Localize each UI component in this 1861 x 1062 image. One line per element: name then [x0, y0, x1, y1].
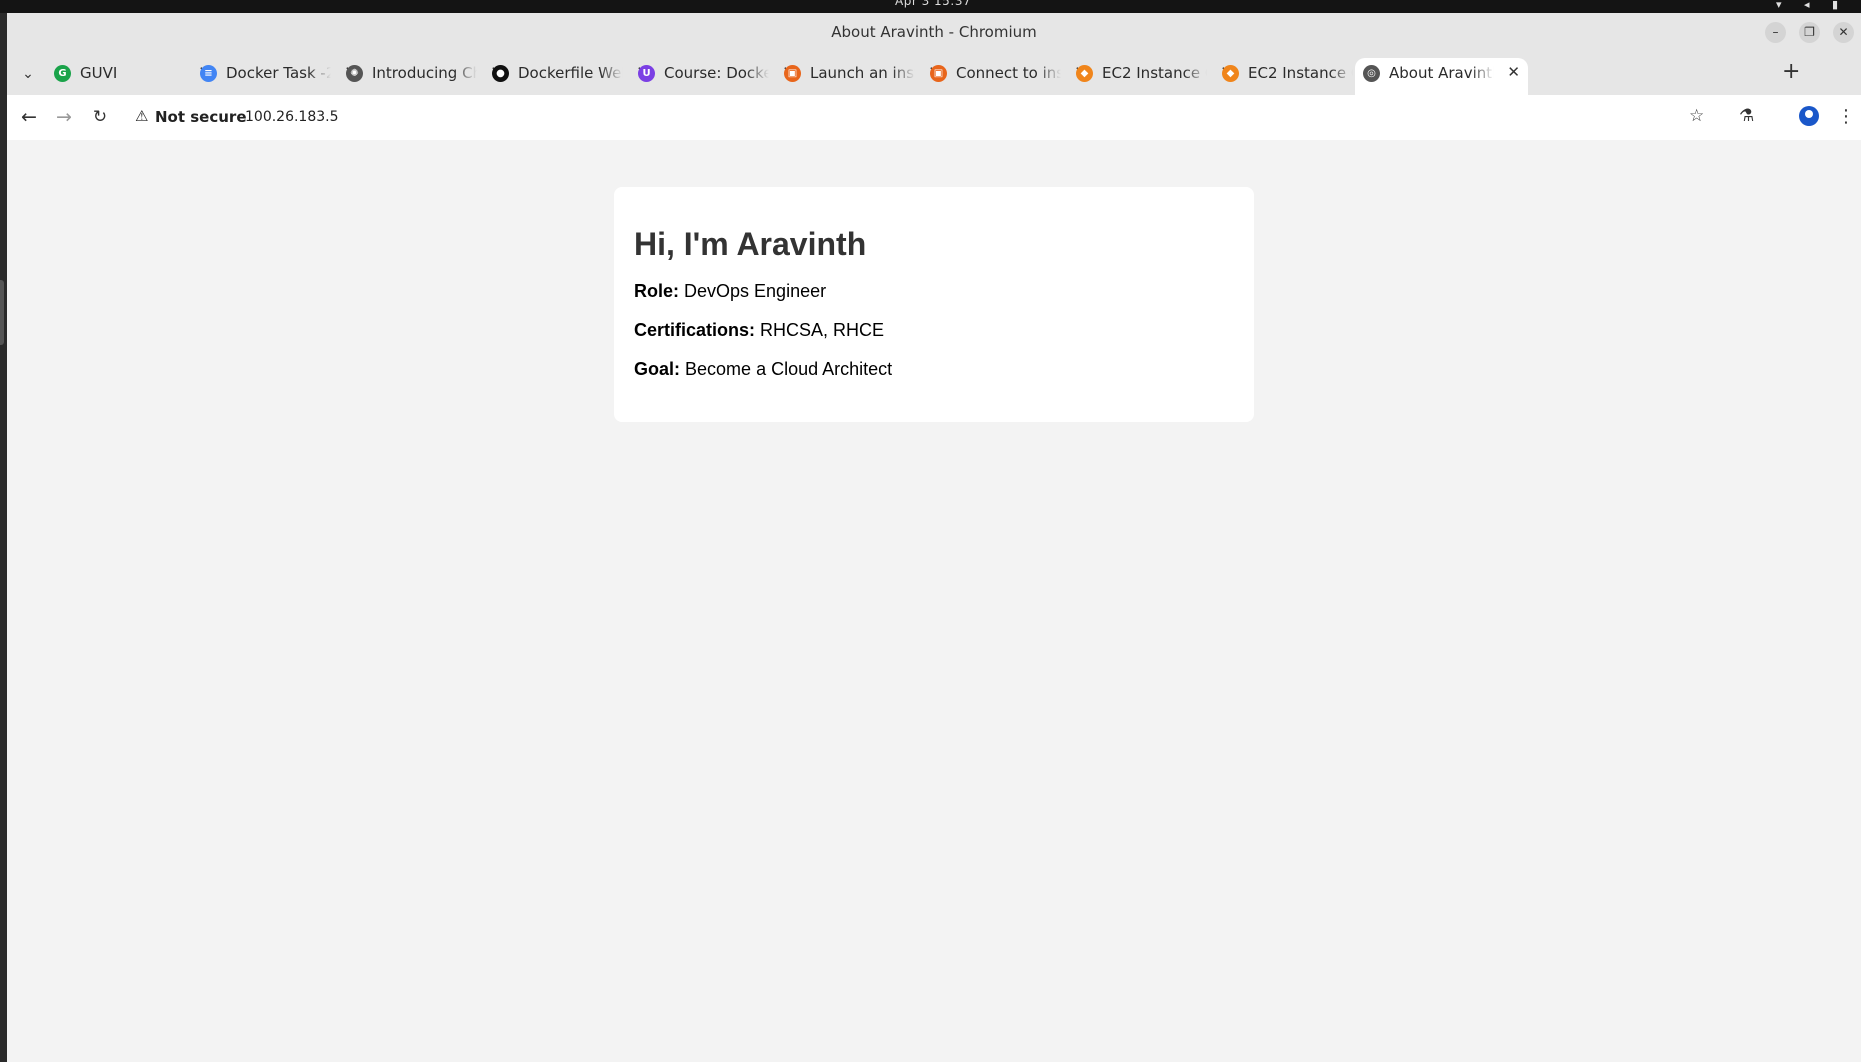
tab-search-button[interactable]: ⌄: [17, 63, 39, 85]
tab-label: Connect to inst: [956, 64, 1061, 82]
openai-icon: ✺: [346, 65, 363, 82]
warning-icon: ⚠: [135, 107, 149, 125]
role-value: DevOps Engineer: [684, 281, 827, 301]
tab-9[interactable]: ◎ About Aravinth ✕: [1355, 58, 1528, 95]
page-content: Hi, I'm Aravinth Role: DevOps Engineer C…: [7, 140, 1861, 1062]
certifications-value: RHCSA, RHCE: [760, 320, 885, 340]
tab-close-icon[interactable]: ✕: [1507, 63, 1520, 81]
bookmark-star-icon[interactable]: ☆: [1689, 106, 1704, 126]
tab-label: Launch an insta: [810, 64, 915, 82]
address-bar[interactable]: ⚠ Not secure 100.26.183.5: [127, 100, 1727, 134]
tab-label: About Aravinth: [1389, 64, 1494, 82]
menu-kebab-icon[interactable]: ⋮: [1837, 106, 1855, 127]
goal-label: Goal:: [634, 359, 681, 379]
tab-label: EC2 Instance C: [1102, 64, 1207, 82]
browser-toolbar: ← → ↻ ⚠ Not secure 100.26.183.5 ☆ ⚗ ⋮: [7, 95, 1861, 140]
dock-handle: [0, 280, 4, 345]
close-window-button[interactable]: ✕: [1833, 22, 1854, 43]
security-label[interactable]: Not secure: [155, 108, 247, 126]
tab-label: Dockerfile Web: [518, 64, 623, 82]
github-icon: ●: [492, 65, 509, 82]
tab-strip: ⌄ GGUVI✕≡Docker Task -2 -✕✺Introducing C…: [7, 51, 1861, 95]
goal-value: Become a Cloud Architect: [685, 359, 893, 379]
guvi-icon: G: [54, 65, 71, 82]
network-icon: ▾: [1776, 0, 1782, 11]
ec2-icon: ◆: [1222, 65, 1239, 82]
certifications-label: Certifications:: [634, 320, 756, 340]
volume-icon: ◂: [1804, 0, 1810, 11]
goal-line: Goal: Become a Cloud Architect: [634, 359, 1234, 380]
browser-window: About Aravinth - Chromium – ❐ ✕ ⌄ G GUVI ✕…: [7, 13, 1861, 1062]
labs-flask-icon[interactable]: ⚗: [1739, 106, 1754, 126]
tab-label: EC2 Instance C: [1248, 64, 1353, 82]
os-top-bar: Apr 3 15:37 ▾ ◂ ▮: [0, 0, 1861, 13]
page-heading: Hi, I'm Aravinth: [634, 226, 867, 262]
profile-avatar[interactable]: [1799, 106, 1819, 126]
maximize-button[interactable]: ❐: [1799, 22, 1820, 43]
url-text[interactable]: 100.26.183.5: [245, 109, 339, 125]
reload-button[interactable]: ↻: [89, 106, 111, 128]
dock-edge: [0, 13, 7, 1062]
new-tab-button[interactable]: +: [1782, 59, 1800, 84]
role-line: Role: DevOps Engineer: [634, 281, 1234, 302]
aws-docs-icon: ▣: [784, 65, 801, 82]
role-label: Role:: [634, 281, 679, 301]
tab-label: Course: Docker: [664, 64, 769, 82]
tab-label: Docker Task -2 -: [226, 64, 331, 82]
ec2-icon: ◆: [1076, 65, 1093, 82]
course-icon: U: [638, 65, 655, 82]
minimize-button[interactable]: –: [1765, 22, 1786, 43]
profile-card: Hi, I'm Aravinth Role: DevOps Engineer C…: [614, 187, 1254, 422]
title-bar: About Aravinth - Chromium – ❐ ✕: [7, 13, 1861, 51]
forward-button[interactable]: →: [53, 106, 75, 128]
docs-icon: ≡: [200, 65, 217, 82]
aws-docs-icon: ▣: [930, 65, 947, 82]
tab-label: GUVI: [80, 64, 118, 82]
certifications-line: Certifications: RHCSA, RHCE: [634, 320, 1234, 341]
back-button[interactable]: ←: [18, 106, 40, 128]
battery-icon: ▮: [1832, 0, 1839, 11]
globe-icon: ◎: [1363, 65, 1380, 82]
os-clock: Apr 3 15:37: [895, 0, 972, 8]
window-title: About Aravinth - Chromium: [831, 23, 1037, 41]
tab-label: Introducing Ch: [372, 64, 477, 82]
